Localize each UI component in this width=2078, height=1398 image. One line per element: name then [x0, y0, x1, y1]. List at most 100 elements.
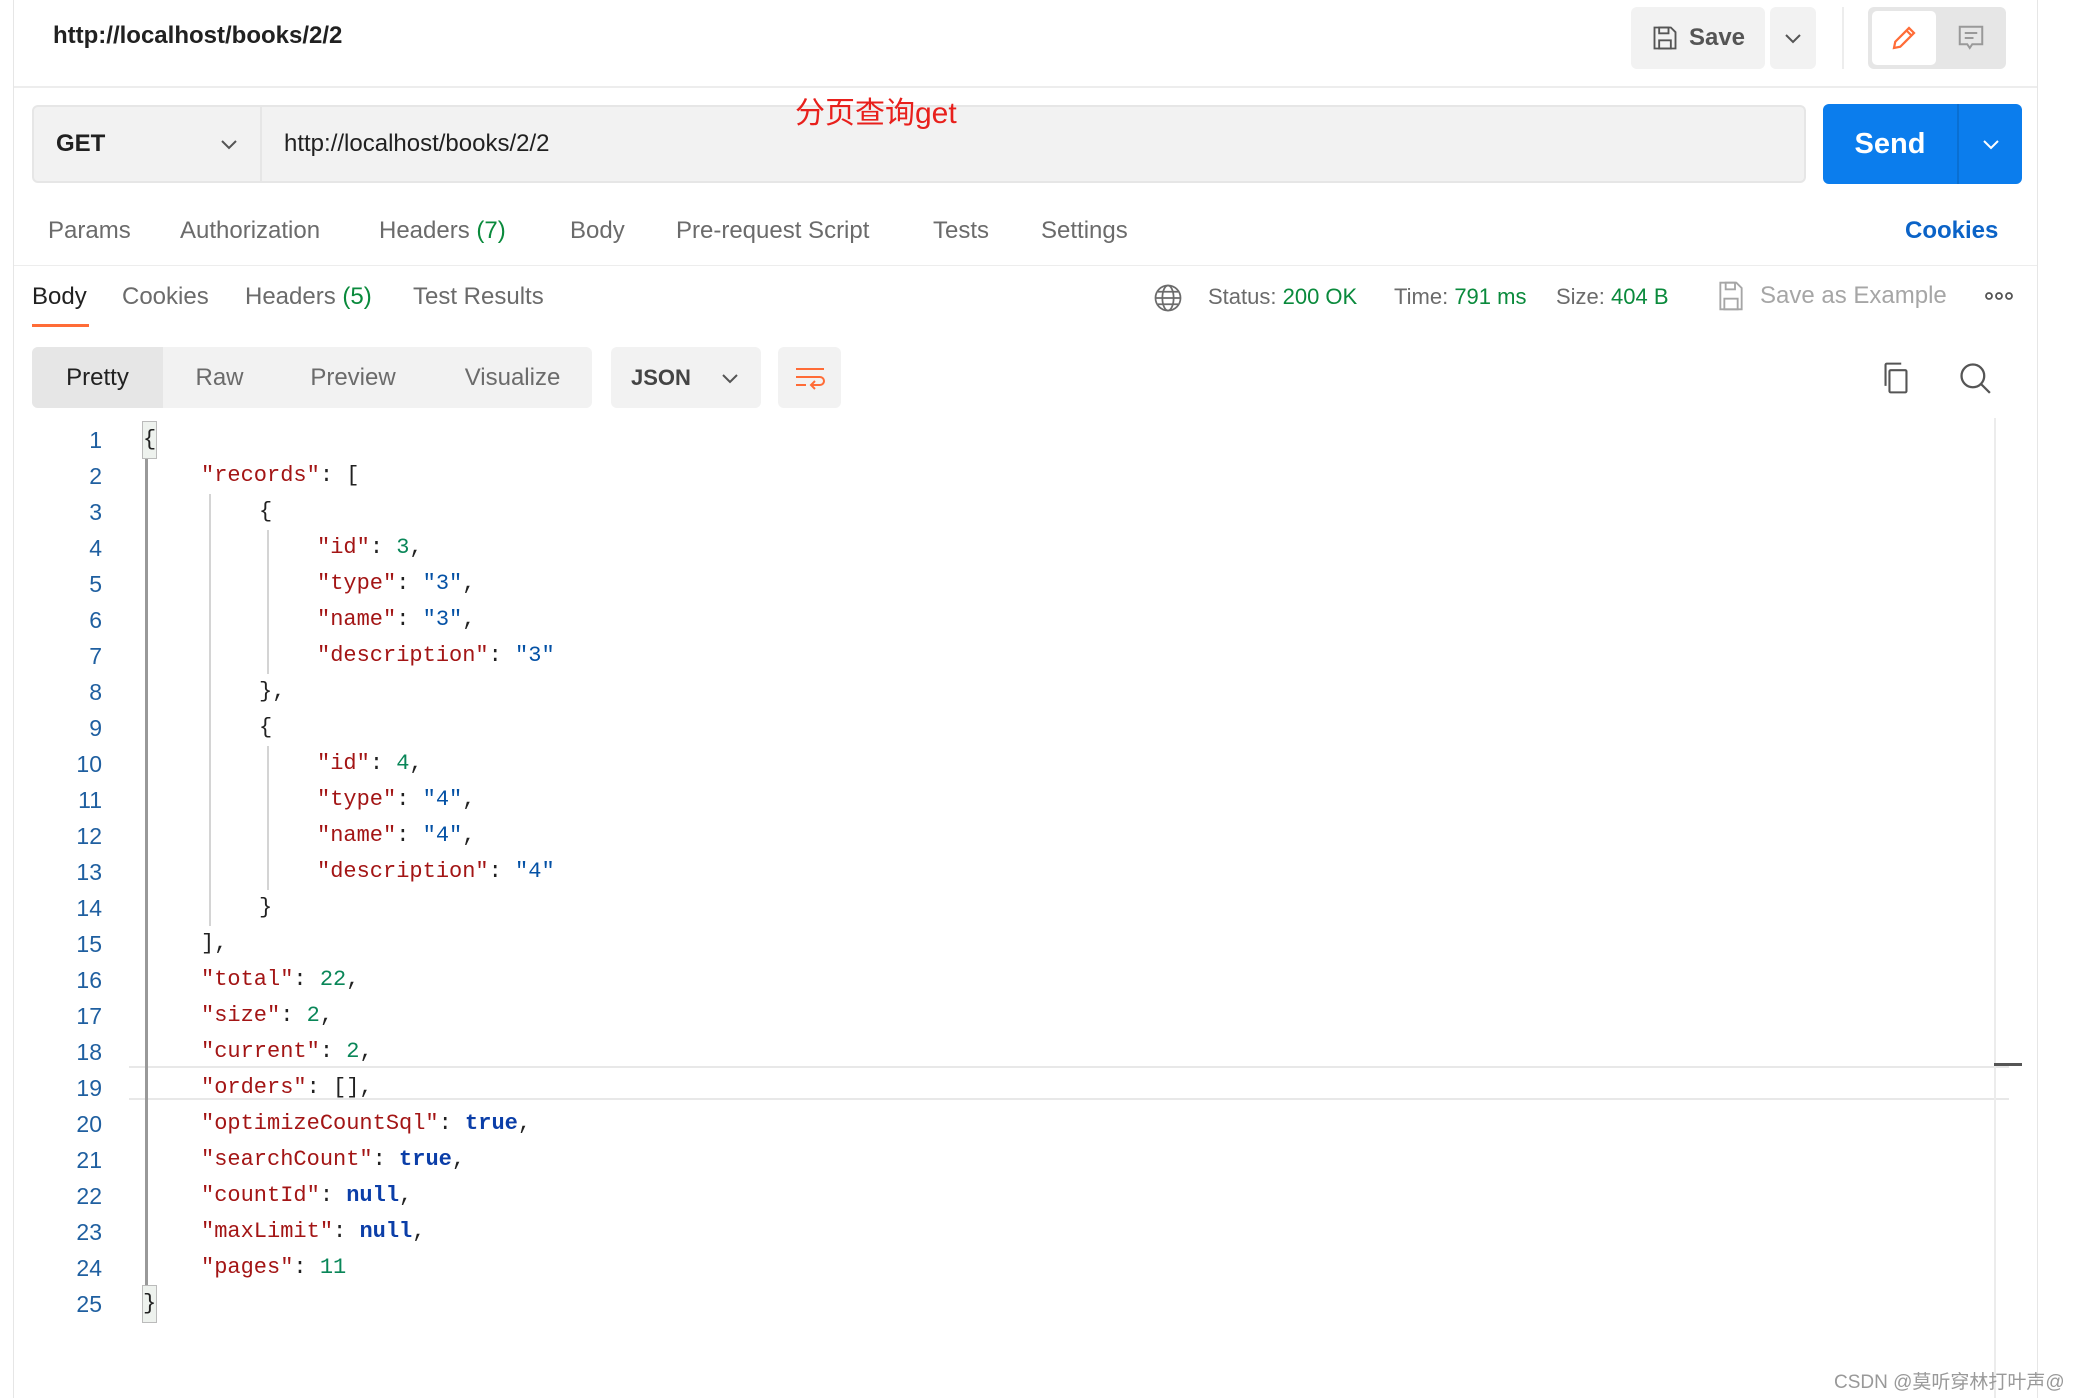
response-tab-cookies[interactable]: Cookies: [122, 283, 209, 311]
search-icon[interactable]: [1958, 361, 1992, 395]
json-punctuation: ,: [359, 1039, 373, 1064]
comment-icon: [1958, 25, 1984, 50]
code-text: "current": 2,: [201, 1034, 373, 1070]
response-tab-headers[interactable]: Headers (5): [245, 283, 372, 311]
json-number: 11: [319, 1255, 347, 1280]
code-line: 18 "current": 2,: [14, 1034, 1994, 1070]
annotation-text: 分页查询get: [795, 97, 957, 130]
code-text: }: [259, 890, 272, 926]
divider: [1842, 7, 1844, 69]
more-options-icon[interactable]: [1984, 290, 2014, 302]
save-as-example-button[interactable]: Save as Example: [1760, 282, 1947, 310]
json-key: "pages": [201, 1255, 294, 1280]
line-number: 3: [89, 499, 102, 525]
right-divider: [2037, 0, 2038, 1398]
code-text: "records": [: [201, 458, 359, 494]
code-text: {: [259, 710, 272, 746]
active-tab-indicator: [32, 324, 89, 327]
line-number: 13: [76, 859, 102, 885]
chevron-down-icon: [722, 373, 738, 383]
code-line: 20 "optimizeCountSql": true,: [14, 1106, 1994, 1142]
tab-pre-request-script[interactable]: Pre-request Script: [676, 217, 869, 245]
json-punctuation: :: [396, 787, 423, 812]
json-punctuation: {: [259, 499, 273, 524]
url-input[interactable]: http://localhost/books/2/2: [262, 105, 1806, 183]
edit-mode-button[interactable]: [1872, 11, 1936, 65]
view-preview[interactable]: Preview: [282, 347, 424, 408]
json-punctuation: :: [488, 643, 516, 668]
json-key: "optimizeCountSql": [201, 1111, 439, 1136]
line-number: 14: [76, 895, 102, 921]
response-body-editor[interactable]: 1{2 "records": [3{4 "id": 3, 5 "type": "3", 6…: [14, 418, 2009, 1398]
json-number: 3: [396, 535, 410, 560]
code-line: 2 "records": [: [14, 458, 1994, 494]
tab-authorization[interactable]: Authorization: [180, 217, 320, 245]
view-pretty[interactable]: Pretty: [32, 347, 163, 408]
header-divider: [14, 86, 2037, 88]
headers-count: (7): [476, 217, 506, 244]
size-value: 404 B: [1611, 284, 1669, 309]
line-number: 17: [76, 1003, 102, 1029]
json-punctuation: :: [280, 1003, 307, 1028]
tab-params[interactable]: Params: [48, 217, 131, 245]
code-text: "id": 3,: [317, 530, 423, 566]
tab-headers[interactable]: Headers (7): [379, 217, 506, 245]
code-text: "type": "4",: [317, 782, 475, 818]
json-punctuation: ,: [451, 1147, 466, 1172]
scrollbar[interactable]: [1994, 418, 1996, 1398]
json-punctuation: ,: [462, 787, 476, 812]
tab-tests[interactable]: Tests: [933, 217, 989, 245]
code-text: {: [141, 421, 158, 459]
json-punctuation: {: [259, 715, 273, 740]
headers-count: (5): [342, 283, 372, 310]
tab-settings[interactable]: Settings: [1041, 217, 1128, 245]
size-label: Size:: [1556, 284, 1605, 309]
save-button[interactable]: Save: [1631, 7, 1765, 69]
status-label: Status:: [1208, 284, 1277, 309]
json-punctuation: ,: [409, 535, 423, 560]
json-punctuation: :: [293, 1255, 320, 1280]
format-select[interactable]: JSON: [611, 347, 761, 408]
watermark: CSDN @莫听穿林打叶声@: [1834, 1372, 2065, 1393]
json-key: "countId": [201, 1183, 320, 1208]
save-label: Save: [1688, 24, 1746, 51]
send-button[interactable]: Send: [1823, 104, 1957, 184]
code-text: "orders": [],: [201, 1070, 373, 1106]
response-tab-test-results[interactable]: Test Results: [413, 283, 544, 311]
send-dropdown-button[interactable]: [1959, 104, 2022, 184]
response-tab-body[interactable]: Body: [32, 283, 87, 311]
scrollbar-thumb[interactable]: [1994, 1063, 2022, 1066]
line-number: 4: [89, 535, 102, 561]
json-punctuation: ,: [399, 1183, 413, 1208]
json-punctuation: }: [259, 895, 273, 920]
code-line: 14}: [14, 890, 1994, 926]
save-dropdown-button[interactable]: [1770, 7, 1816, 69]
json-string: "3": [422, 571, 463, 596]
copy-icon[interactable]: [1880, 361, 1912, 395]
comments-button[interactable]: [1940, 11, 2002, 65]
method-select[interactable]: GET: [32, 105, 262, 183]
line-number: 5: [89, 571, 102, 597]
line-number: 12: [76, 823, 102, 849]
code-line: 16 "total": 22,: [14, 962, 1994, 998]
wrap-lines-button[interactable]: [778, 347, 841, 408]
json-number: 2: [306, 1003, 320, 1028]
json-punctuation: ,: [346, 967, 360, 992]
json-key: "searchCount": [201, 1147, 373, 1172]
json-punctuation: ],: [201, 931, 228, 956]
view-raw[interactable]: Raw: [163, 347, 276, 408]
code-text: "countId": null,: [201, 1178, 412, 1214]
json-punctuation: ,: [462, 823, 476, 848]
tab-body[interactable]: Body: [570, 217, 625, 245]
code-line: 5 "type": "3",: [14, 566, 1994, 602]
json-punctuation: ,: [412, 1219, 426, 1244]
view-visualize[interactable]: Visualize: [440, 347, 585, 408]
globe-icon[interactable]: [1153, 283, 1183, 313]
json-key: "id": [317, 535, 370, 560]
chevron-down-icon: [1982, 140, 1999, 150]
json-key: "records": [201, 463, 320, 488]
line-number: 19: [76, 1075, 102, 1101]
json-string: "4": [422, 823, 463, 848]
json-key: "maxLimit": [201, 1219, 334, 1244]
cookies-link[interactable]: Cookies: [1905, 217, 1998, 245]
